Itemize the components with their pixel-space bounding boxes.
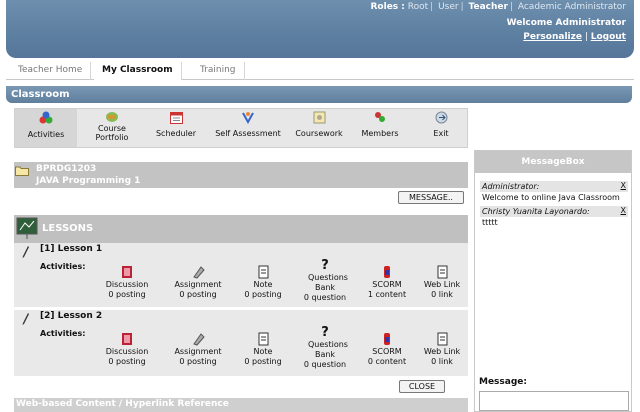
toolbar-course-portfolio[interactable]: Course Portfolio	[85, 109, 139, 147]
activity-assignment[interactable]: Assignment 0 posting	[168, 332, 228, 367]
assignment-icon	[192, 333, 205, 346]
lessons-icon	[16, 217, 38, 239]
discussion-icon	[122, 333, 132, 345]
personalize-link[interactable]: Personalize	[523, 32, 582, 42]
course-header: BPRDG1203 JAVA Programming 1	[14, 162, 468, 188]
delete-message-button[interactable]: X	[621, 181, 626, 190]
top-links: Personalize | Logout	[523, 32, 626, 42]
activities-icon	[39, 111, 53, 124]
message-text: ttttt	[482, 218, 498, 227]
assignment-icon	[192, 266, 205, 279]
lesson-title[interactable]: [1] Lesson 1	[40, 244, 102, 254]
activity-assignment[interactable]: Assignment 0 posting	[168, 265, 228, 300]
activity-note[interactable]: Note 0 posting	[238, 265, 288, 300]
scorm-icon	[384, 333, 390, 345]
message-box-title: MessageBox	[475, 151, 631, 173]
lesson-row: [1] Lesson 1 Activities: Discussion 0 po…	[14, 243, 468, 307]
classroom-title: Classroom	[6, 86, 632, 103]
question-icon: ?	[321, 258, 329, 273]
close-button[interactable]: CLOSE	[399, 380, 445, 393]
toolbar-coursework[interactable]: Coursework	[287, 109, 351, 147]
toolbar-members[interactable]: Members	[355, 109, 405, 147]
question-icon: ?	[321, 325, 329, 340]
note-icon	[258, 332, 268, 346]
role-teacher[interactable]: Teacher	[469, 2, 508, 12]
delete-message-button[interactable]: X	[621, 206, 626, 215]
members-icon	[375, 112, 385, 122]
calendar-icon	[169, 112, 183, 124]
main-nav: Teacher Home My Classroom Training	[6, 62, 634, 80]
activity-note[interactable]: Note 0 posting	[238, 332, 288, 367]
toolbar-scheduler[interactable]: Scheduler	[151, 109, 201, 147]
activity-discussion[interactable]: Discussion 0 posting	[102, 265, 152, 300]
message-button[interactable]: MESSAGE..	[398, 191, 464, 204]
activities-label: Activities:	[40, 262, 86, 271]
tab-my-classroom[interactable]: My Classroom	[94, 62, 182, 80]
portfolio-icon	[106, 112, 118, 122]
activity-questions-bank[interactable]: ? Questions Bank 0 question	[298, 259, 352, 303]
message-sender: Christy Yuanita Layonardo:	[482, 207, 590, 216]
classroom-toolbar: Activities Course Portfolio Scheduler Se…	[14, 108, 468, 148]
web-link-icon	[437, 265, 447, 279]
activity-discussion[interactable]: Discussion 0 posting	[102, 332, 152, 367]
role-user[interactable]: User	[438, 2, 459, 12]
message-text: Welcome to online Java Classroom	[482, 193, 620, 202]
lessons-title: LESSONS	[42, 223, 94, 234]
tab-teacher-home[interactable]: Teacher Home	[10, 62, 92, 80]
message-item: Administrator: X Welcome to online Java …	[480, 181, 628, 203]
activity-questions-bank[interactable]: ? Questions Bank 0 question	[298, 326, 352, 370]
activities-label: Activities:	[40, 329, 86, 338]
course-name: JAVA Programming 1	[36, 176, 141, 186]
pencil-icon[interactable]	[22, 312, 30, 326]
toolbar-activities[interactable]: Activities	[15, 109, 77, 147]
assessment-icon	[242, 112, 254, 124]
message-label: Message:	[479, 377, 527, 387]
exit-icon	[435, 111, 447, 124]
course-code: BPRDG1203	[36, 164, 97, 174]
roles-bar: Roles : Root | User | Teacher | Academic Ad…	[370, 2, 627, 12]
pencil-icon[interactable]	[22, 245, 30, 259]
tab-training[interactable]: Training	[192, 62, 245, 80]
role-academic-admin[interactable]: Academic Administrator	[518, 2, 626, 12]
message-box: MessageBox Administrator: X Welcome to o…	[474, 150, 632, 412]
toolbar-exit[interactable]: Exit	[419, 109, 463, 147]
activity-scorm[interactable]: SCORM 1 content	[362, 265, 412, 300]
header-banner: Roles : Root | User | Teacher | Academic Ad…	[6, 0, 634, 58]
logout-link[interactable]: Logout	[591, 32, 626, 42]
web-link-icon	[437, 332, 447, 346]
message-sender: Administrator:	[482, 182, 540, 191]
activity-scorm[interactable]: SCORM 0 content	[362, 332, 412, 367]
lesson-title[interactable]: [2] Lesson 2	[40, 311, 102, 321]
lessons-header: LESSONS	[14, 215, 468, 243]
note-icon	[258, 265, 268, 279]
reference-title: Web-based Content / Hyperlink Reference	[14, 398, 468, 412]
activity-web-link[interactable]: Web Link 0 link	[418, 265, 466, 300]
role-root[interactable]: Root	[408, 2, 428, 12]
welcome-text: Welcome Administrator	[506, 18, 626, 28]
message-item: Christy Yuanita Layonardo: X ttttt	[480, 206, 628, 228]
lesson-row: [2] Lesson 2 Activities: Discussion 0 po…	[14, 310, 468, 376]
roles-label: Roles :	[370, 2, 405, 12]
message-input[interactable]	[479, 391, 629, 411]
folder-icon	[15, 166, 29, 176]
scorm-icon	[384, 266, 390, 278]
activity-web-link[interactable]: Web Link 0 link	[418, 332, 466, 367]
discussion-icon	[122, 266, 132, 278]
toolbar-self-assessment[interactable]: Self Assessment	[209, 109, 287, 147]
coursework-icon	[313, 111, 325, 124]
